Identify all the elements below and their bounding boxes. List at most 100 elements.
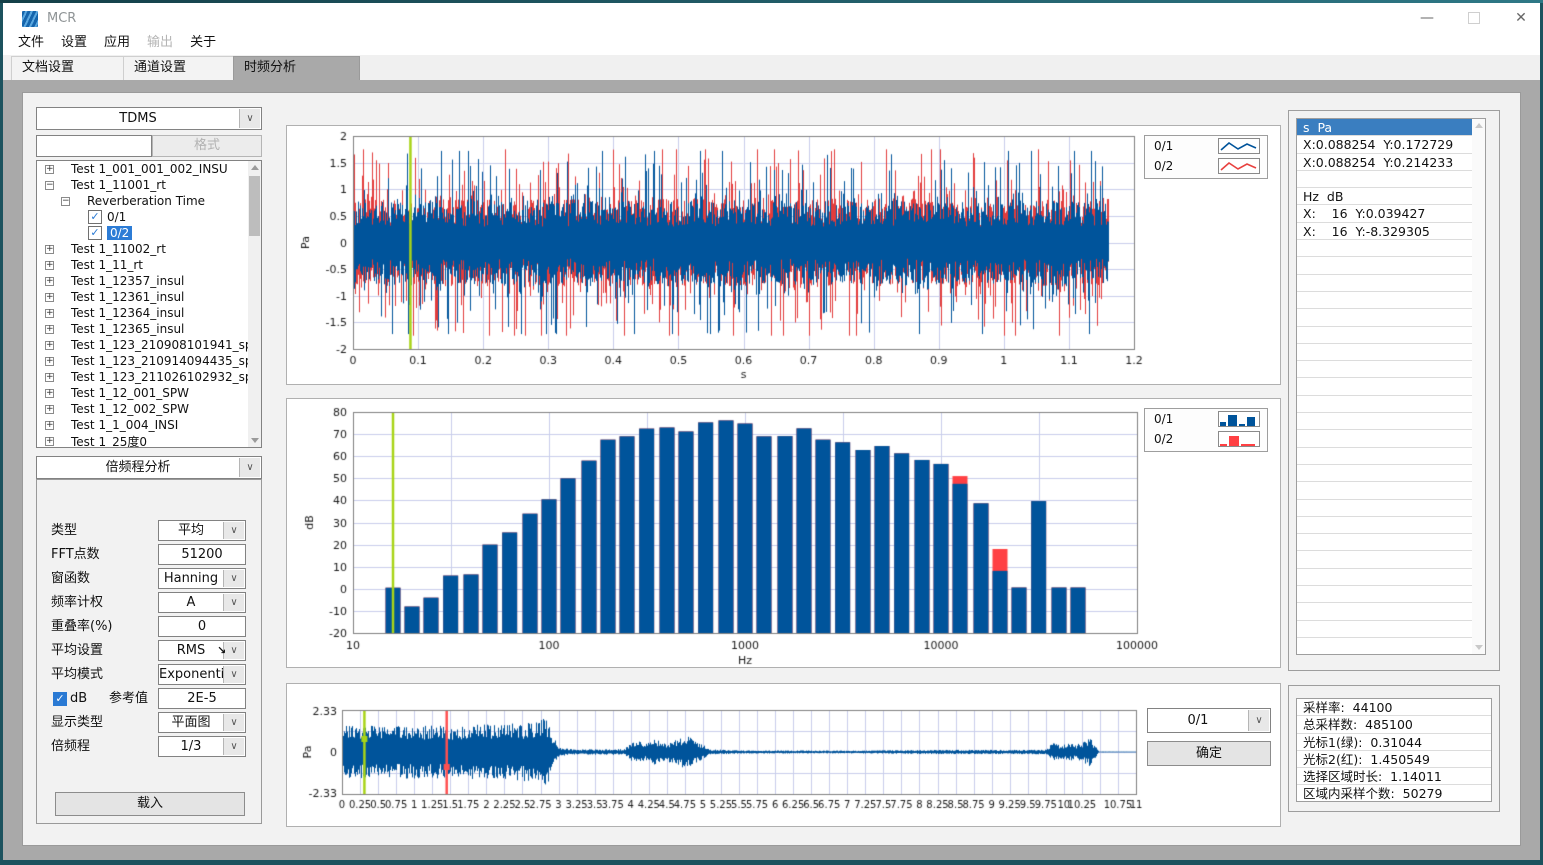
scroll-up-icon[interactable] (248, 161, 261, 175)
chevron-down-icon[interactable]: ∨ (223, 522, 244, 539)
expand-plus-icon[interactable]: + (45, 165, 54, 174)
menu-item-输出[interactable]: 输出 (147, 31, 173, 54)
field-select-平均设置[interactable]: RMS∨ (158, 640, 246, 661)
time-waveform-canvas[interactable] (287, 126, 1282, 386)
readout-row[interactable] (1297, 621, 1485, 638)
tree-item[interactable]: +Test 1_12365_insul (37, 321, 261, 337)
tree-item[interactable]: +Test 1_25度0 (37, 433, 261, 448)
readout-row[interactable] (1297, 378, 1485, 395)
tree-item[interactable]: +Test 1_12_001_SPW (37, 385, 261, 401)
analysis-type-combobox[interactable]: 倍频程分析 ∨ (36, 456, 262, 479)
expand-plus-icon[interactable]: + (45, 261, 54, 270)
readout-row[interactable] (1297, 551, 1485, 568)
field-select-窗函数[interactable]: Hanning∨ (158, 568, 246, 589)
readout-row[interactable]: X:0.088254 Y:0.214233 (1297, 154, 1485, 171)
expand-plus-icon[interactable]: + (45, 405, 54, 414)
checkbox-icon[interactable]: ✓ (88, 210, 102, 224)
chevron-down-icon[interactable]: ∨ (223, 714, 244, 731)
expand-plus-icon[interactable]: + (45, 421, 54, 430)
field-select-平均模式[interactable]: Exponential∨ (158, 664, 246, 685)
tab-时频分析[interactable]: 时频分析 (233, 56, 360, 81)
expand-plus-icon[interactable]: + (45, 341, 54, 350)
field-select-倍频程[interactable]: 1/3∨ (158, 736, 246, 757)
collapse-minus-icon[interactable]: − (61, 197, 70, 206)
readout-row[interactable] (1297, 465, 1485, 482)
expand-plus-icon[interactable]: + (45, 373, 54, 382)
file-tree[interactable]: +Test 1_001_001_002_INSU−Test 1_11001_rt… (36, 160, 262, 448)
expand-plus-icon[interactable]: + (45, 357, 54, 366)
channel-combobox[interactable]: 0/1 ∨ (1147, 708, 1271, 733)
collapse-minus-icon[interactable]: − (45, 181, 54, 190)
readout-scrollbar[interactable] (1472, 119, 1485, 654)
chevron-down-icon[interactable]: ∨ (239, 458, 260, 477)
readout-row[interactable] (1297, 500, 1485, 517)
checkbox-icon[interactable]: ✓ (88, 226, 102, 240)
full-record-canvas[interactable] (287, 684, 1282, 828)
close-button[interactable]: ✕ (1498, 3, 1543, 33)
tree-item[interactable]: −Test 1_11001_rt (37, 177, 261, 193)
tree-item[interactable]: +Test 1_12364_insul (37, 305, 261, 321)
readout-row[interactable]: s Pa (1297, 119, 1485, 136)
readout-row[interactable] (1297, 413, 1485, 430)
search-input[interactable] (36, 135, 152, 157)
readout-row[interactable] (1297, 482, 1485, 499)
tree-item[interactable]: +Test 1_001_001_002_INSU (37, 161, 261, 177)
db-checkbox[interactable]: ✓ (53, 692, 67, 706)
field-input-重叠率(%)[interactable]: 0 (158, 616, 246, 637)
readout-row[interactable] (1297, 240, 1485, 257)
expand-plus-icon[interactable]: + (45, 325, 54, 334)
readout-row[interactable] (1297, 257, 1485, 274)
readout-row[interactable] (1297, 171, 1485, 188)
tab-通道设置[interactable]: 通道设置 (123, 56, 243, 81)
scroll-down-icon[interactable] (248, 433, 261, 447)
expand-plus-icon[interactable]: + (45, 293, 54, 302)
readout-row[interactable]: X: 16 Y:-8.329305 (1297, 223, 1485, 240)
expand-plus-icon[interactable]: + (45, 309, 54, 318)
field-select-显示类型[interactable]: 平面图∨ (158, 712, 246, 733)
cursor-readout-list[interactable]: s PaX:0.088254 Y:0.172729X:0.088254 Y:0.… (1296, 118, 1486, 655)
chevron-down-icon[interactable]: ∨ (223, 594, 244, 611)
readout-row[interactable] (1297, 327, 1485, 344)
chevron-down-icon[interactable]: ∨ (239, 109, 260, 128)
tree-item[interactable]: +Test 1_123_210908101941_spw (37, 337, 261, 353)
readout-row[interactable] (1297, 569, 1485, 586)
reference-value-input[interactable]: 2E-5 (158, 688, 246, 709)
readout-row[interactable]: X: 16 Y:0.039427 (1297, 205, 1485, 222)
menu-item-应用[interactable]: 应用 (104, 31, 130, 54)
tree-item[interactable]: +Test 1_123_210914094435_spw (37, 353, 261, 369)
file-format-combobox[interactable]: TDMS ∨ (36, 107, 262, 130)
readout-row[interactable] (1297, 344, 1485, 361)
menu-item-关于[interactable]: 关于 (190, 31, 216, 54)
readout-row[interactable] (1297, 292, 1485, 309)
load-button[interactable]: 载入 (55, 792, 245, 816)
tree-item[interactable]: +Test 1_11_rt (37, 257, 261, 273)
tree-item[interactable]: +Test 1_12_002_SPW (37, 401, 261, 417)
tree-item[interactable]: +Test 1_1_004_INSI (37, 417, 261, 433)
tree-scrollbar[interactable] (248, 161, 261, 447)
minimize-button[interactable]: — (1404, 3, 1450, 33)
scroll-up-icon[interactable] (1472, 119, 1485, 133)
readout-row[interactable] (1297, 309, 1485, 326)
tree-item[interactable]: +Test 1_12357_insul (37, 273, 261, 289)
tree-item[interactable]: +Test 1_12361_insul (37, 289, 261, 305)
tree-scrollbar-thumb[interactable] (249, 176, 260, 236)
readout-row[interactable] (1297, 430, 1485, 447)
chevron-down-icon[interactable]: ∨ (223, 666, 244, 683)
readout-row[interactable] (1297, 448, 1485, 465)
tree-item[interactable]: ✓0/1 (37, 209, 261, 225)
readout-row[interactable] (1297, 396, 1485, 413)
readout-row[interactable] (1297, 275, 1485, 292)
expand-plus-icon[interactable]: + (45, 277, 54, 286)
tree-item[interactable]: −Reverberation Time (37, 193, 261, 209)
tree-item[interactable]: ✓0/2 (37, 225, 261, 241)
expand-plus-icon[interactable]: + (45, 389, 54, 398)
octave-spectrum-canvas[interactable] (287, 399, 1282, 669)
confirm-button[interactable]: 确定 (1147, 741, 1271, 766)
field-input-FFT点数[interactable]: 51200 (158, 544, 246, 565)
chevron-down-icon[interactable]: ∨ (1248, 710, 1269, 731)
tree-item[interactable]: +Test 1_123_211026102932_spw (37, 369, 261, 385)
chevron-down-icon[interactable]: ∨ (223, 738, 244, 755)
readout-row[interactable]: Hz dB (1297, 188, 1485, 205)
menu-item-文件[interactable]: 文件 (18, 31, 44, 54)
field-select-类型[interactable]: 平均∨ (158, 520, 246, 541)
